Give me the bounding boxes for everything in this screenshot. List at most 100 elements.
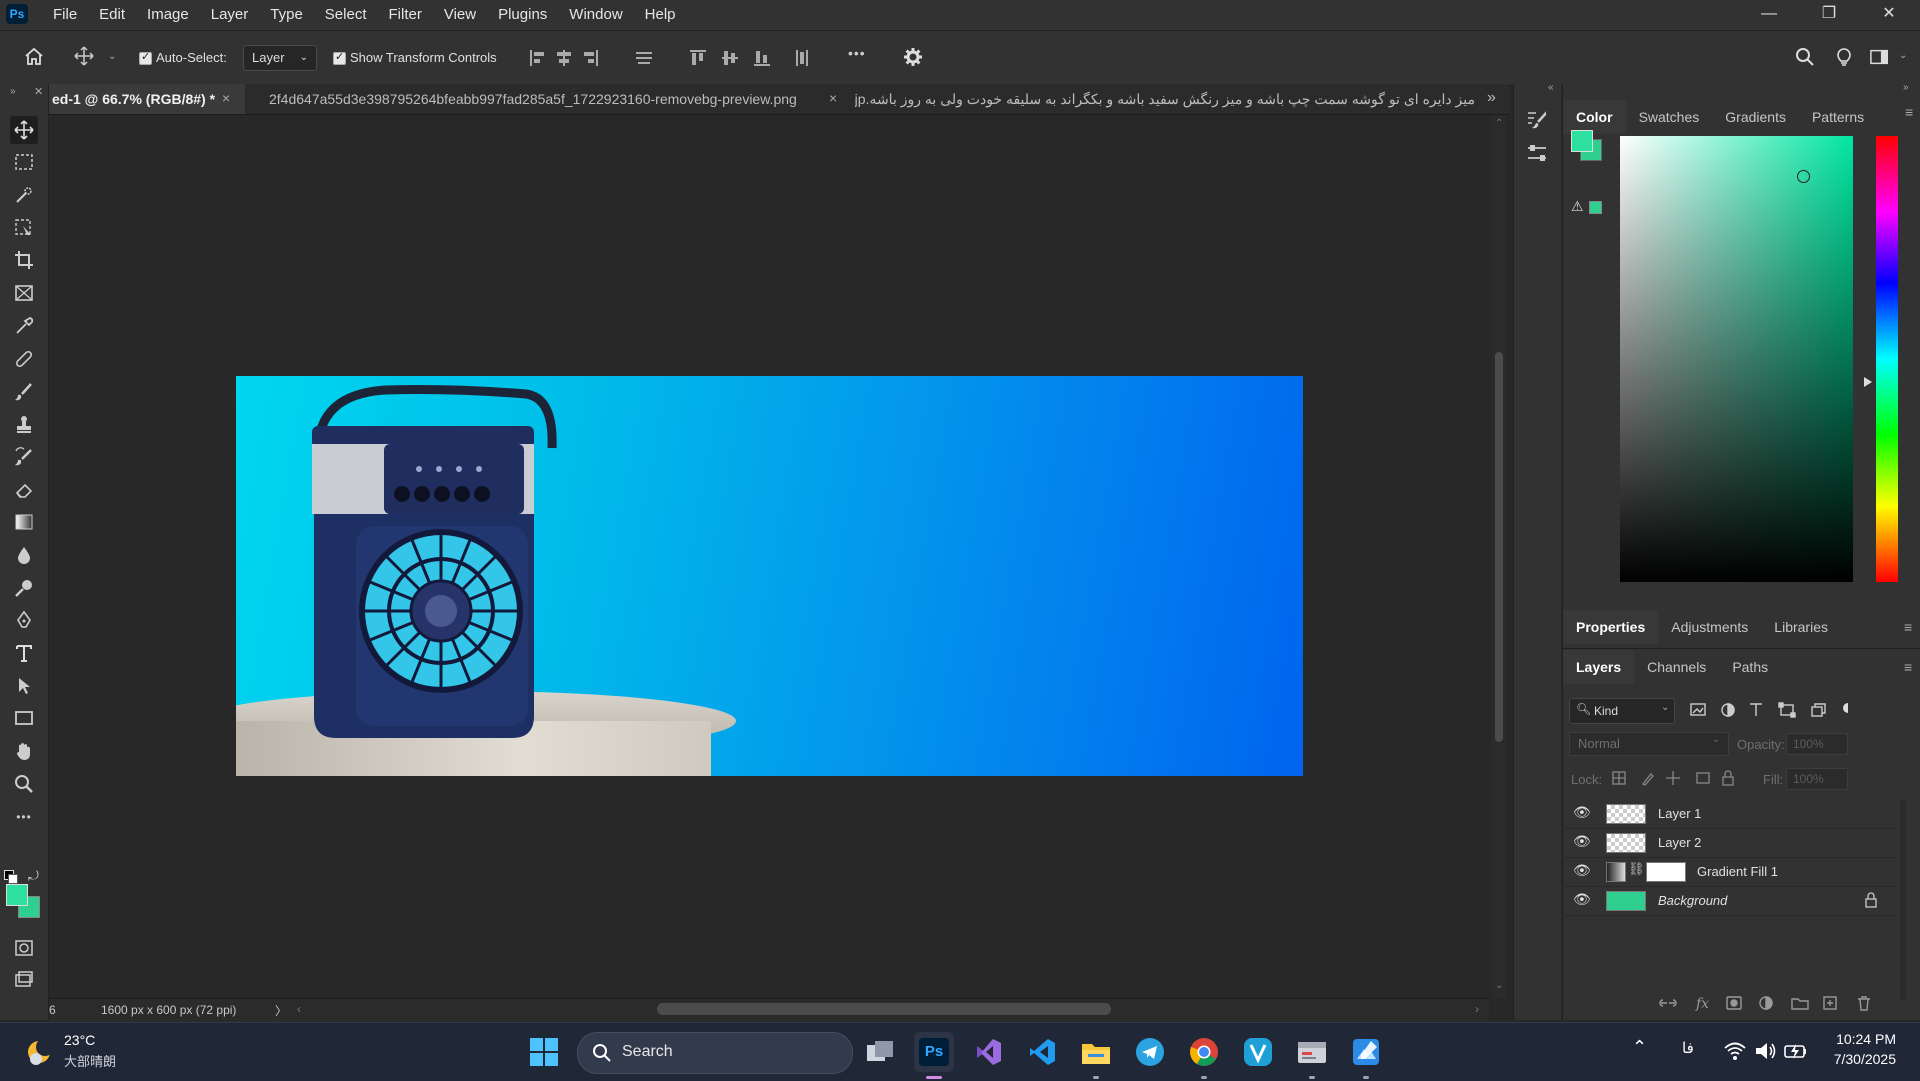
wifi-icon[interactable]: [1724, 1041, 1746, 1061]
lock-icons[interactable]: [1611, 769, 1735, 787]
weather-description[interactable]: 大部晴朗: [64, 1051, 116, 1070]
scroll-down-icon[interactable]: ⌄: [1495, 980, 1503, 991]
task-view-button[interactable]: [860, 1032, 900, 1072]
workspace-icon[interactable]: [1870, 47, 1890, 67]
show-transform-checkbox[interactable]: [333, 50, 346, 65]
close-icon[interactable]: ✕: [34, 85, 43, 98]
vertical-scroll-thumb[interactable]: [1495, 352, 1503, 742]
healing-brush-tool[interactable]: [10, 345, 38, 373]
tab-removebg-preview[interactable]: 2f4d647a55d3e398795264bfeabb997fad285a5f…: [259, 84, 879, 114]
link-icon[interactable]: ⛓︎: [1628, 861, 1645, 877]
menu-filter[interactable]: Filter: [378, 0, 433, 30]
taskbar-chrome[interactable]: [1184, 1032, 1224, 1072]
taskbar-disk-app[interactable]: [1292, 1032, 1332, 1072]
document-canvas[interactable]: [236, 376, 1303, 776]
scroll-right-icon[interactable]: ›: [1475, 1002, 1479, 1016]
taskbar-vscode[interactable]: [1022, 1032, 1062, 1072]
layer-filter-dropdown[interactable]: 🔍︎ Kind ⌄: [1569, 698, 1675, 724]
gamut-warning-icon[interactable]: ⚠: [1571, 198, 1584, 215]
menu-file[interactable]: File: [42, 0, 88, 30]
brush-settings-icon[interactable]: [1526, 110, 1546, 130]
zoom-tool[interactable]: [10, 770, 38, 798]
menu-view[interactable]: View: [433, 0, 487, 30]
taskbar-v2ray-app[interactable]: [1238, 1032, 1278, 1072]
tab-patterns[interactable]: Patterns: [1799, 100, 1877, 134]
gradient-tool[interactable]: [10, 508, 38, 536]
color-picker-cursor[interactable]: [1797, 170, 1810, 183]
in-gamut-swatch[interactable]: [1589, 201, 1602, 214]
foreground-color-swatch[interactable]: [6, 884, 28, 906]
opacity-field[interactable]: 100%: [1786, 733, 1848, 755]
minimize-button[interactable]: —: [1746, 0, 1792, 30]
menu-edit[interactable]: Edit: [88, 0, 136, 30]
chevron-down-icon[interactable]: ⌄: [108, 51, 116, 62]
tab-gradients[interactable]: Gradients: [1712, 100, 1799, 134]
weather-temperature[interactable]: 23°C: [64, 1032, 95, 1048]
menu-select[interactable]: Select: [314, 0, 378, 30]
layer-row[interactable]: 👁︎ ⛓︎ Gradient Fill 1: [1562, 857, 1898, 887]
align-icons[interactable]: [528, 48, 658, 68]
auto-select-dropdown[interactable]: Layer ⌄: [243, 45, 317, 71]
menu-type[interactable]: Type: [259, 0, 314, 30]
path-selection-tool[interactable]: [10, 672, 38, 700]
search-icon[interactable]: [1795, 47, 1815, 67]
color-saturation-field[interactable]: [1620, 136, 1853, 582]
tab-persian-prompt-image[interactable]: میز دایره ای تو گوشه سمت چپ باشه و میز ر…: [855, 84, 1475, 114]
object-selection-tool[interactable]: [10, 214, 38, 242]
menu-help[interactable]: Help: [634, 0, 687, 30]
panel-menu-icon[interactable]: ≡: [1904, 659, 1912, 675]
eye-icon[interactable]: 👁︎: [1573, 862, 1591, 879]
language-indicator[interactable]: فا: [1682, 1039, 1694, 1057]
tab-libraries[interactable]: Libraries: [1761, 610, 1841, 644]
more-tools-button[interactable]: •••: [10, 803, 38, 831]
taskbar-visual-studio[interactable]: [968, 1032, 1008, 1072]
close-tab-icon[interactable]: ×: [222, 90, 230, 106]
zoom-level[interactable]: 6: [49, 1003, 56, 1017]
layer-row[interactable]: 👁︎ Layer 1: [1562, 799, 1898, 829]
chevron-up-icon[interactable]: ⌃: [1632, 1037, 1647, 1058]
eye-icon[interactable]: 👁︎: [1573, 804, 1591, 821]
brush-tool[interactable]: [10, 378, 38, 406]
horizontal-scroll-thumb[interactable]: [657, 1003, 1111, 1015]
clock-date[interactable]: 7/30/2025: [1820, 1051, 1896, 1067]
layers-scrollbar[interactable]: [1900, 800, 1906, 1000]
rectangle-tool[interactable]: [10, 704, 38, 732]
layer-name[interactable]: Layer 2: [1658, 835, 1701, 850]
menu-image[interactable]: Image: [136, 0, 200, 30]
hue-slider[interactable]: [1876, 136, 1898, 582]
history-brush-tool[interactable]: [10, 443, 38, 471]
panel-menu-icon[interactable]: ≡: [1904, 619, 1912, 635]
volume-icon[interactable]: [1754, 1040, 1778, 1062]
auto-select-checkbox[interactable]: [139, 50, 152, 65]
tab-swatches[interactable]: Swatches: [1626, 100, 1713, 134]
adjustments-sliders-icon[interactable]: [1526, 144, 1546, 164]
tab-channels[interactable]: Channels: [1634, 650, 1719, 684]
layer-name[interactable]: Gradient Fill 1: [1697, 864, 1778, 879]
layer-row[interactable]: 👁︎ Layer 2: [1562, 828, 1898, 858]
expand-arrows-icon[interactable]: »: [1903, 82, 1909, 93]
screen-mode-button[interactable]: [10, 966, 38, 994]
default-colors-icon[interactable]: [4, 870, 18, 884]
clock-time[interactable]: 10:24 PM: [1832, 1031, 1896, 1047]
hue-slider-handle[interactable]: [1864, 377, 1872, 387]
discover-lightbulb-icon[interactable]: [1834, 47, 1854, 67]
layer-name[interactable]: Background: [1658, 893, 1727, 908]
taskbar-telegram[interactable]: [1130, 1032, 1170, 1072]
tab-paths[interactable]: Paths: [1719, 650, 1781, 684]
menu-window[interactable]: Window: [558, 0, 633, 30]
frame-tool[interactable]: [10, 279, 38, 307]
restore-button[interactable]: ❐: [1806, 0, 1852, 30]
swap-colors-icon[interactable]: ⤾: [28, 868, 39, 884]
taskbar-file-explorer[interactable]: [1076, 1032, 1116, 1072]
battery-charging-icon[interactable]: [1784, 1041, 1808, 1061]
taskbar-search[interactable]: Search: [577, 1032, 853, 1074]
blur-tool[interactable]: [10, 541, 38, 569]
layers-footer-icons[interactable]: fx: [1658, 993, 1898, 1013]
collapse-arrows-icon[interactable]: »: [10, 86, 16, 97]
quick-mask-button[interactable]: [10, 934, 38, 962]
foreground-color-swatch[interactable]: [1571, 130, 1593, 152]
eye-icon[interactable]: 👁︎: [1573, 891, 1591, 908]
start-button[interactable]: [524, 1032, 564, 1072]
more-options-button[interactable]: •••: [848, 45, 866, 61]
tabs-overflow-icon[interactable]: »: [1487, 89, 1496, 107]
